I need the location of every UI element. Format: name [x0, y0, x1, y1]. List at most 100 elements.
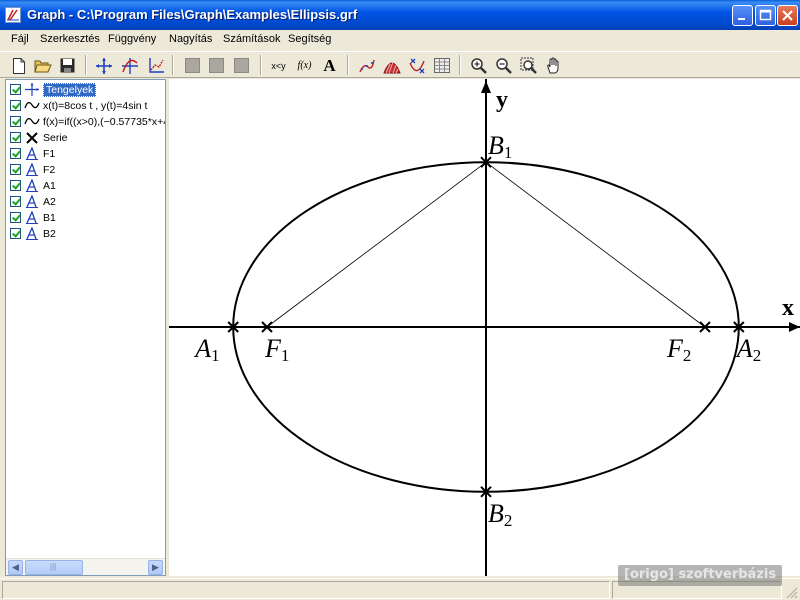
fx-label: f(x): [297, 60, 312, 71]
point-label-f2: F2: [666, 334, 691, 365]
tree-item-label: f(x)=if((x>0),(−0.57735*x+4: [43, 115, 166, 128]
maximize-button[interactable]: [755, 5, 776, 26]
tree-item-axes[interactable]: Tengelyek: [10, 82, 97, 97]
segment-b1-f2: [485, 161, 706, 328]
tree-item-serie[interactable]: Serie: [10, 130, 68, 145]
menu-calculations[interactable]: Számítások: [223, 33, 280, 45]
point-label-f1: F1: [264, 334, 289, 365]
shading-icon[interactable]: [381, 55, 402, 76]
tree-item-label: B1: [43, 211, 56, 224]
checkbox[interactable]: [10, 100, 21, 111]
scroll-left-button[interactable]: ◀: [8, 560, 23, 575]
menu-help[interactable]: Segítség: [288, 33, 331, 45]
y-axis-label: y: [496, 87, 508, 113]
tree-item-b1[interactable]: B1: [10, 210, 56, 225]
tree-item-f2[interactable]: F2: [10, 162, 55, 177]
tree-item-label: A2: [43, 195, 56, 208]
evaluate-label: x<y: [271, 60, 286, 71]
tree-item-label: x(t)=8cos t , y(t)=4sin t: [43, 99, 148, 112]
tree-item-a1[interactable]: A1: [10, 178, 56, 193]
plot-svg: y x A1 F1 F2 A2 B1 B2: [169, 79, 800, 576]
close-button[interactable]: [777, 5, 798, 26]
trendline-icon[interactable]: [356, 55, 377, 76]
tree-item-label: Serie: [43, 131, 68, 144]
checkbox[interactable]: [10, 132, 21, 143]
menu-edit[interactable]: Szerkesztés: [40, 33, 100, 45]
zoom-window-icon[interactable]: [518, 55, 539, 76]
y-axis-arrow: [481, 81, 491, 93]
label-icon: [24, 211, 40, 224]
disabled-tool-2: [206, 55, 227, 76]
checkbox[interactable]: [10, 84, 21, 95]
menu-zoom[interactable]: Nagyítás: [169, 33, 212, 45]
pan-hand-icon[interactable]: [543, 55, 564, 76]
insert-function-icon[interactable]: [119, 55, 140, 76]
function-wave-icon: [24, 115, 40, 128]
x-axis-label: x: [782, 295, 794, 321]
insert-tangent-icon[interactable]: [145, 55, 166, 76]
title-bar[interactable]: Graph - C:\Program Files\Graph\Examples\…: [0, 0, 800, 30]
fx-icon[interactable]: f(x): [294, 55, 315, 76]
label-icon: [24, 163, 40, 176]
disabled-tool-1: [182, 55, 203, 76]
minimize-button[interactable]: [732, 5, 753, 26]
graph-app-icon[interactable]: [5, 7, 21, 23]
scroll-thumb[interactable]: |||: [25, 560, 83, 575]
scroll-right-button[interactable]: ▶: [148, 560, 163, 575]
toolbar-separator: [85, 55, 87, 75]
toolbar-separator: [172, 55, 174, 75]
tree-item-label: B2: [43, 227, 56, 240]
point-label-a1: A1: [193, 334, 219, 365]
tree-item-label: F2: [43, 163, 56, 176]
toolbar-separator: [347, 55, 349, 75]
menu-function[interactable]: Függvény: [108, 33, 156, 45]
menu-file[interactable]: Fájl: [11, 33, 29, 45]
checkbox[interactable]: [10, 164, 21, 175]
evaluate-icon[interactable]: x<y: [268, 55, 289, 76]
plot-layer: y x A1 F1 F2 A2 B1 B2: [169, 79, 800, 576]
function-wave-icon: [24, 99, 40, 112]
zoom-out-icon[interactable]: [493, 55, 514, 76]
label-A: A: [323, 55, 336, 75]
disabled-tool-3: [231, 55, 252, 76]
label-icon: [24, 147, 40, 160]
table-icon[interactable]: [431, 55, 452, 76]
tree-item-parametric[interactable]: x(t)=8cos t , y(t)=4sin t: [10, 98, 147, 113]
cross-marker-icon: [24, 131, 40, 144]
checkbox[interactable]: [10, 180, 21, 191]
checkbox[interactable]: [10, 116, 21, 127]
horizontal-scrollbar[interactable]: ◀ ||| ▶: [6, 558, 165, 575]
resize-grip-icon[interactable]: [786, 587, 798, 599]
save-icon[interactable]: [57, 55, 78, 76]
axes-icon: [24, 83, 40, 96]
checkbox[interactable]: [10, 196, 21, 207]
label-icon: [24, 195, 40, 208]
graph-canvas[interactable]: y x A1 F1 F2 A2 B1 B2: [169, 79, 800, 576]
checkbox[interactable]: [10, 148, 21, 159]
window-title: Graph - C:\Program Files\Graph\Examples\…: [27, 7, 358, 22]
segment-f1-b1: [266, 161, 487, 328]
point-label-b1: B1: [488, 131, 512, 162]
checkbox[interactable]: [10, 228, 21, 239]
tree-item-function[interactable]: f(x)=if((x>0),(−0.57735*x+4: [10, 114, 166, 129]
checkbox[interactable]: [10, 212, 21, 223]
tree-item-b2[interactable]: B2: [10, 226, 56, 241]
scroll-grip: |||: [50, 562, 57, 571]
tree-item-label: Tengelyek: [43, 82, 97, 97]
new-icon[interactable]: [8, 55, 29, 76]
open-icon[interactable]: [32, 55, 53, 76]
tree-item-label: A1: [43, 179, 56, 192]
tree-item-f1[interactable]: F1: [10, 146, 55, 161]
toolbar-separator: [260, 55, 262, 75]
function-list-panel[interactable]: Tengelyek x(t)=8cos t , y(t)=4sin t f(x)…: [5, 79, 166, 576]
axes-icon[interactable]: [93, 55, 114, 76]
tree-item-label: F1: [43, 147, 56, 160]
zoom-in-icon[interactable]: [468, 55, 489, 76]
label-icon: [24, 227, 40, 240]
point-series-icon[interactable]: [406, 55, 427, 76]
toolbar-separator: [459, 55, 461, 75]
insert-label-icon[interactable]: A: [319, 55, 340, 76]
app-window: Graph - C:\Program Files\Graph\Examples\…: [0, 0, 800, 600]
status-panel-main: [2, 581, 610, 599]
tree-item-a2[interactable]: A2: [10, 194, 56, 209]
